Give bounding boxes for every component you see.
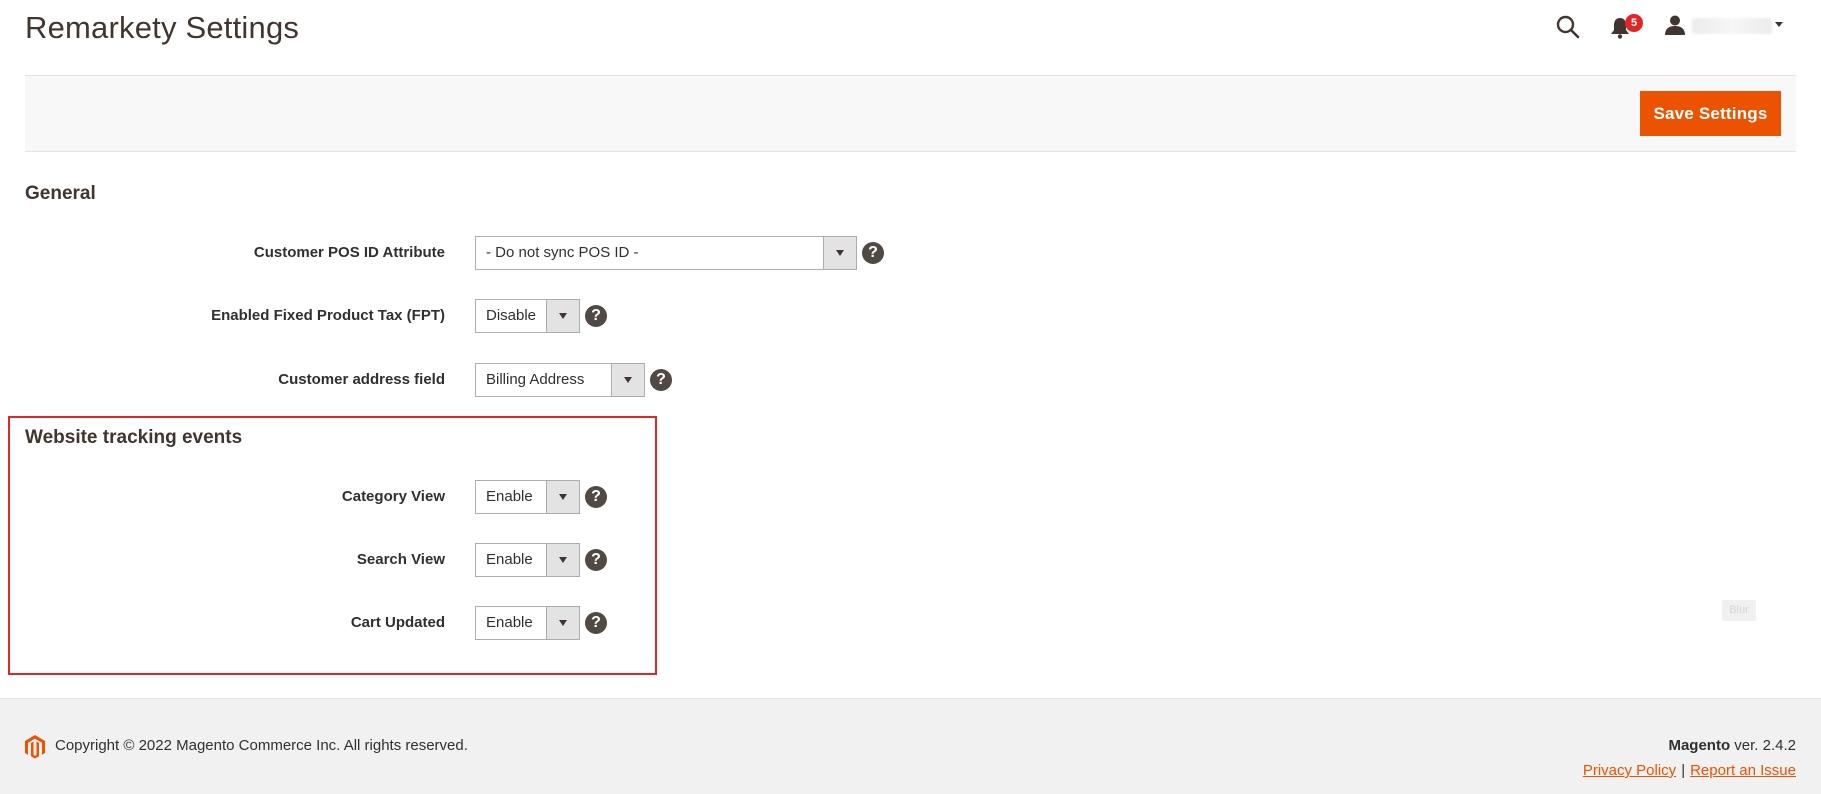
copyright-text: Copyright © 2022 Magento Commerce Inc. A… xyxy=(55,737,468,754)
search-icon xyxy=(1556,15,1580,39)
chevron-down-icon xyxy=(1775,22,1783,27)
select-arrow-button xyxy=(546,607,579,639)
page-footer: Copyright © 2022 Magento Commerce Inc. A… xyxy=(0,698,1821,794)
help-icon[interactable]: ? xyxy=(585,612,607,634)
select-arrow-button xyxy=(611,364,644,396)
select-arrow-button xyxy=(546,300,579,332)
chevron-down-icon xyxy=(559,494,567,500)
chevron-down-icon xyxy=(559,620,567,626)
select-value: Billing Address xyxy=(486,371,585,388)
help-icon[interactable]: ? xyxy=(650,369,672,391)
help-icon[interactable]: ? xyxy=(585,486,607,508)
notifications-count-badge: 5 xyxy=(1625,14,1643,32)
chevron-down-icon xyxy=(559,313,567,319)
field-customer-address: Customer address field Billing Address ? xyxy=(0,363,1821,397)
select-arrow-button xyxy=(546,481,579,513)
customer-pos-id-select[interactable]: - Do not sync POS ID - xyxy=(475,236,857,270)
report-issue-link[interactable]: Report an Issue xyxy=(1690,762,1796,779)
select-value: Enable xyxy=(486,488,533,505)
section-title-general: General xyxy=(25,183,96,204)
field-search-view: Search View Enable ? xyxy=(0,543,1821,577)
user-name-redacted xyxy=(1692,18,1772,34)
field-label: Customer POS ID Attribute xyxy=(253,244,445,261)
field-category-view: Category View Enable ? xyxy=(0,480,1821,514)
help-icon[interactable]: ? xyxy=(585,549,607,571)
user-account-menu[interactable] xyxy=(1664,14,1786,38)
field-label: Search View xyxy=(356,551,445,568)
category-view-select[interactable]: Enable xyxy=(475,480,580,514)
chevron-down-icon xyxy=(836,250,844,256)
select-value: Enable xyxy=(486,551,533,568)
select-arrow-button xyxy=(823,237,856,269)
page-actions-bar: Save Settings xyxy=(25,75,1796,152)
section-title-tracking: Website tracking events xyxy=(25,427,243,448)
fpt-select[interactable]: Disable xyxy=(475,299,580,333)
brand-name: Magento xyxy=(1668,737,1731,754)
user-icon xyxy=(1665,15,1685,35)
field-fpt: Enabled Fixed Product Tax (FPT) Disable … xyxy=(0,299,1821,333)
select-value: Enable xyxy=(486,614,533,631)
save-settings-button[interactable]: Save Settings xyxy=(1640,91,1781,136)
link-separator: | xyxy=(1681,762,1686,779)
chevron-down-icon xyxy=(559,557,567,563)
footer-links: Privacy Policy | Report an Issue xyxy=(1583,762,1796,779)
blur-tag: Blur xyxy=(1722,600,1756,621)
field-label: Enabled Fixed Product Tax (FPT) xyxy=(211,307,445,324)
select-value: - Do not sync POS ID - xyxy=(486,244,639,261)
field-cart-updated: Cart Updated Enable ? xyxy=(0,606,1821,640)
page-title: Remarkety Settings xyxy=(25,10,300,45)
privacy-policy-link[interactable]: Privacy Policy xyxy=(1583,762,1676,779)
version-number: ver. 2.4.2 xyxy=(1730,737,1796,754)
help-icon[interactable]: ? xyxy=(862,242,884,264)
search-button[interactable] xyxy=(1555,14,1581,40)
chevron-down-icon xyxy=(624,377,632,383)
field-label: Category View xyxy=(341,488,445,505)
select-value: Disable xyxy=(486,307,537,324)
version-text: Magento ver. 2.4.2 xyxy=(1668,737,1796,754)
search-view-select[interactable]: Enable xyxy=(475,543,580,577)
field-label: Cart Updated xyxy=(350,614,445,631)
field-customer-pos-id: Customer POS ID Attribute - Do not sync … xyxy=(0,236,1821,270)
help-icon[interactable]: ? xyxy=(585,305,607,327)
field-label: Customer address field xyxy=(278,371,445,388)
select-arrow-button xyxy=(546,544,579,576)
magento-logo-icon xyxy=(25,735,45,759)
cart-updated-select[interactable]: Enable xyxy=(475,606,580,640)
customer-address-select[interactable]: Billing Address xyxy=(475,363,645,397)
